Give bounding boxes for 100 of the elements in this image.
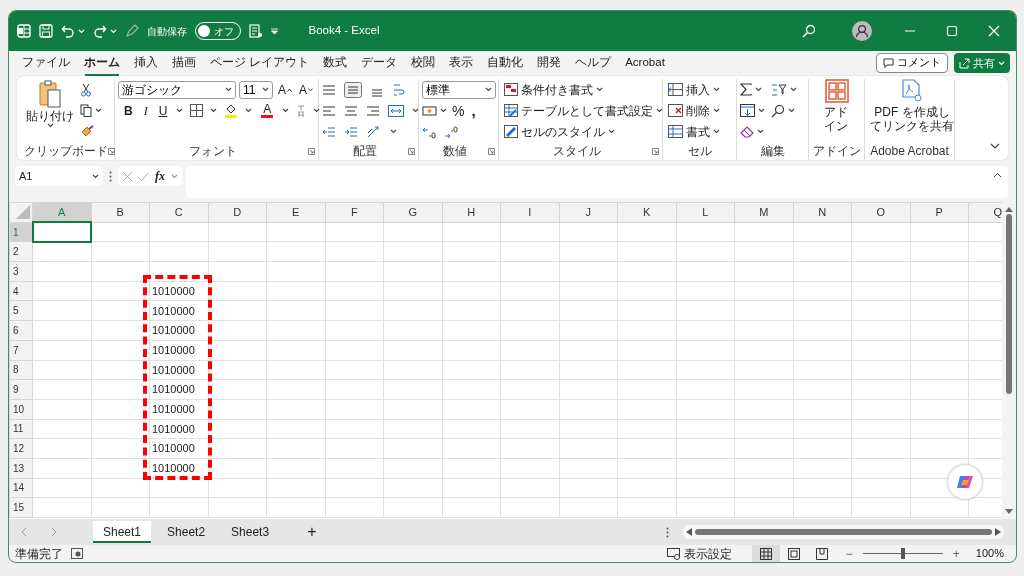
column-header[interactable]: M — [734, 202, 793, 223]
style-menu-button[interactable]: 条件付き書式 — [502, 79, 665, 100]
insert-function-button[interactable]: fx — [153, 170, 167, 182]
sheet-tab[interactable]: Sheet1 — [93, 521, 152, 543]
redo-icon[interactable] — [92, 24, 107, 38]
italic-button[interactable]: I — [141, 104, 150, 117]
avatar-icon[interactable] — [852, 21, 872, 41]
font-name-dropdown[interactable]: 游ゴシック — [118, 80, 236, 99]
menu-tab[interactable]: ヘルプ — [568, 52, 619, 74]
format-painter-icon[interactable] — [80, 125, 94, 138]
eraser-icon[interactable] — [740, 125, 754, 138]
scissors-icon[interactable] — [80, 82, 92, 97]
column-header[interactable]: I — [500, 202, 559, 223]
sort-filter-icon[interactable] — [771, 82, 787, 97]
dialog-launcher-icon[interactable] — [308, 148, 315, 155]
column-header[interactable]: G — [383, 202, 442, 223]
cells-menu-button[interactable]: 削除 — [666, 100, 722, 121]
scroll-down-icon[interactable] — [1005, 509, 1013, 515]
close-icon[interactable] — [988, 25, 1000, 37]
view-button[interactable] — [751, 545, 780, 562]
create-pdf-button[interactable]: PDF を作成してリンクを共有 — [868, 79, 956, 143]
save-icon[interactable] — [39, 24, 53, 38]
dialog-launcher-icon[interactable] — [652, 148, 659, 155]
formula-field[interactable] — [186, 166, 1008, 198]
find-icon[interactable] — [771, 103, 785, 118]
currency-icon[interactable] — [422, 103, 437, 118]
border-icon[interactable] — [190, 104, 204, 117]
column-header[interactable]: F — [325, 202, 384, 223]
more-icon[interactable] — [109, 171, 112, 182]
percent-button[interactable]: % — [450, 103, 467, 118]
copy-icon[interactable] — [80, 104, 92, 117]
underline-button[interactable]: U — [156, 104, 170, 117]
menu-tab[interactable]: 校閲 — [404, 52, 443, 74]
dialog-launcher-icon[interactable] — [488, 148, 495, 155]
scroll-left-icon[interactable] — [685, 528, 692, 536]
active-cell[interactable] — [32, 222, 91, 242]
name-box[interactable]: A1 — [15, 166, 103, 186]
copilot-button[interactable] — [948, 465, 982, 499]
wrap-text-icon[interactable] — [392, 81, 406, 98]
customize-caret-icon[interactable] — [269, 27, 279, 35]
collapse-ribbon-icon[interactable] — [990, 143, 1000, 150]
align-right-icon[interactable] — [366, 103, 380, 118]
column-header[interactable]: D — [208, 202, 267, 223]
style-menu-button[interactable]: セルのスタイル — [502, 121, 665, 142]
column-header[interactable]: N — [793, 202, 852, 223]
sheet-tab[interactable]: Sheet3 — [221, 521, 280, 543]
merge-cells-icon[interactable] — [388, 103, 404, 118]
horizontal-scrollbar[interactable] — [694, 529, 992, 535]
menu-tab[interactable]: ホーム — [77, 52, 127, 74]
bold-button[interactable]: B — [122, 104, 135, 117]
fill-down-icon[interactable] — [740, 104, 755, 117]
column-header[interactable]: C — [149, 202, 208, 223]
menu-tab[interactable]: 開発 — [530, 52, 569, 74]
comment-button[interactable]: コメント — [876, 53, 948, 73]
column-header[interactable]: A — [32, 202, 91, 223]
column-header[interactable]: L — [676, 202, 735, 223]
scroll-up-icon[interactable] — [1005, 206, 1013, 212]
cells-menu-button[interactable]: 書式 — [666, 121, 722, 142]
column-header[interactable]: B — [91, 202, 150, 223]
zoom-in-button[interactable]: + — [950, 547, 962, 560]
column-header[interactable]: P — [910, 202, 969, 223]
dialog-launcher-icon[interactable] — [108, 148, 115, 155]
shrink-font-button[interactable]: A — [297, 83, 316, 96]
sheet-tab[interactable]: Sheet2 — [157, 521, 216, 543]
menu-tab[interactable]: Acrobat — [618, 52, 672, 74]
column-header[interactable]: Q — [968, 202, 1002, 223]
zoom-slider-thumb[interactable] — [900, 548, 905, 559]
add-sheet-button[interactable]: + — [305, 524, 319, 540]
menu-tab[interactable]: 描画 — [165, 52, 203, 74]
align-center-icon[interactable] — [344, 103, 358, 118]
paste-button[interactable]: 貼り付け — [24, 79, 76, 143]
menu-tab[interactable]: 自動化 — [480, 52, 531, 74]
font-size-dropdown[interactable]: 11 — [239, 80, 273, 99]
menu-tab[interactable]: データ — [354, 52, 405, 74]
excel-logo-icon[interactable] — [17, 24, 31, 38]
expand-formula-icon[interactable] — [993, 172, 1002, 178]
column-header[interactable]: O — [851, 202, 910, 223]
font-color-button[interactable]: A — [259, 103, 276, 118]
sum-icon[interactable] — [740, 83, 752, 96]
number-format-dropdown[interactable]: 標準 — [422, 80, 496, 99]
menu-tab[interactable]: ファイル — [15, 52, 77, 74]
column-header[interactable]: K — [617, 202, 676, 223]
vertical-scrollbar[interactable] — [1006, 214, 1012, 394]
comma-style-button[interactable]: , — [469, 103, 478, 118]
menu-tab[interactable]: 表示 — [442, 52, 481, 74]
orientation-icon[interactable] — [366, 124, 382, 139]
dialog-launcher-icon[interactable] — [408, 148, 415, 155]
align-middle-icon[interactable] — [344, 81, 362, 98]
menu-tab[interactable]: 挿入 — [127, 52, 165, 74]
more-icon[interactable] — [665, 526, 669, 538]
search-icon[interactable] — [802, 24, 816, 38]
style-menu-button[interactable]: テーブルとして書式設定 — [502, 100, 665, 121]
cells-menu-button[interactable]: 挿入 — [666, 79, 722, 100]
zoom-out-button[interactable]: − — [843, 547, 855, 560]
align-left-icon[interactable] — [322, 103, 336, 118]
menu-tab[interactable]: 数式 — [316, 52, 355, 74]
column-header[interactable]: E — [266, 202, 325, 223]
menu-tab[interactable]: ページ レイアウト — [203, 52, 317, 74]
addins-button[interactable]: アドイン — [812, 79, 861, 143]
grow-font-button[interactable]: A — [276, 83, 294, 96]
